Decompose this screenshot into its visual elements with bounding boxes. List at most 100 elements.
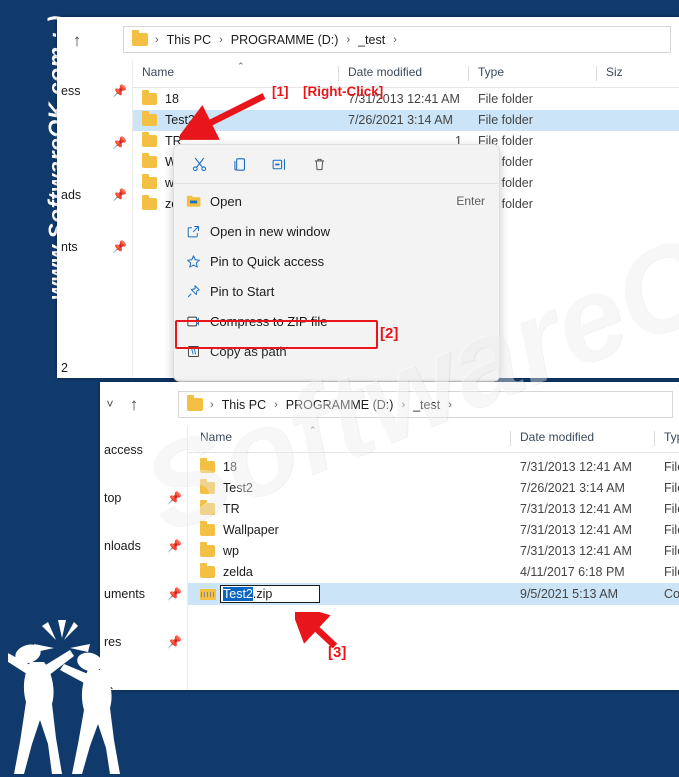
star-icon bbox=[186, 254, 210, 269]
file-type-cell: File folder bbox=[664, 481, 679, 495]
sidebar-item-pictures-2[interactable]: res 📌 bbox=[100, 630, 187, 654]
copy-path-icon bbox=[186, 344, 210, 359]
pin-icon[interactable]: 📌 bbox=[112, 241, 127, 253]
table-row[interactable]: Test2 7/26/2021 3:14 AM File folder bbox=[133, 110, 679, 131]
sidebar-item-documents-1[interactable]: nts 📌 bbox=[57, 235, 132, 259]
sidebar-item-desktop-1[interactable]: 📌 bbox=[57, 131, 132, 155]
pin-icon[interactable]: 📌 bbox=[112, 85, 127, 97]
column-divider[interactable] bbox=[654, 431, 655, 446]
column-divider[interactable] bbox=[338, 66, 339, 81]
file-name-label: wp bbox=[223, 544, 239, 558]
pin-icon[interactable]: 📌 bbox=[112, 137, 127, 149]
copy-icon[interactable] bbox=[220, 149, 258, 179]
navigation-pane-1: ess 📌 📌 ads 📌 nts 📌 2 bbox=[57, 61, 133, 378]
sidebar-item-pictures-1[interactable] bbox=[57, 287, 132, 311]
chevron-down-icon-2[interactable]: ˅ bbox=[102, 395, 118, 413]
sidebar-item-documents-2[interactable]: uments 📌 bbox=[100, 582, 187, 606]
column-header-type-1[interactable]: Type bbox=[478, 65, 504, 79]
column-header-size-1[interactable]: Siz bbox=[606, 65, 623, 79]
context-menu-item-pin-to-start[interactable]: Pin to Start bbox=[174, 276, 499, 306]
file-name-cell[interactable]: Test2 bbox=[200, 479, 253, 495]
file-type-cell: File folder bbox=[478, 92, 533, 106]
sidebar-item-quick-access-2[interactable]: access bbox=[100, 438, 187, 462]
table-row-renaming[interactable]: Test2.zip 9/5/2021 5:13 AM Compressed bbox=[188, 583, 679, 605]
table-row[interactable]: Test2 7/26/2021 3:14 AM File folder bbox=[188, 478, 679, 499]
file-type-cell: File folder bbox=[664, 523, 679, 537]
breadcrumb-item-this-pc-2[interactable]: This PC bbox=[219, 398, 269, 412]
cut-icon[interactable] bbox=[180, 149, 218, 179]
file-name-cell[interactable]: 18 bbox=[142, 90, 179, 106]
rename-selected-text: Test2 bbox=[223, 587, 253, 601]
breadcrumb-item-programme-1[interactable]: PROGRAMME (D:) bbox=[228, 33, 342, 47]
file-name-cell[interactable] bbox=[200, 587, 216, 600]
file-date-cell: 4/11/2017 6:18 PM bbox=[520, 565, 625, 579]
breadcrumb-item-this-pc-1[interactable]: This PC bbox=[164, 33, 214, 47]
context-menu-item-open[interactable]: Open Enter bbox=[174, 186, 499, 216]
sidebar-item-downloads-2[interactable]: nloads 📌 bbox=[100, 534, 187, 558]
column-header-type-2[interactable]: Type bbox=[664, 430, 679, 444]
breadcrumb-item-test-2[interactable]: _test bbox=[410, 398, 443, 412]
sidebar-item-extra-1[interactable]: 2 bbox=[57, 356, 132, 378]
breadcrumb-item-test-1[interactable]: _test bbox=[355, 33, 388, 47]
file-name-label: Test2 bbox=[165, 113, 195, 127]
sidebar-item-label: nloads bbox=[104, 539, 141, 553]
context-menu-toolbar bbox=[174, 145, 499, 183]
context-menu[interactable]: Open Enter Open in new window Pin to Qui… bbox=[173, 144, 500, 382]
pin-icon[interactable]: 📌 bbox=[112, 189, 127, 201]
address-bar-2: ˅ ↑ › This PC › PROGRAMME (D:) › _test › bbox=[100, 382, 679, 426]
rename-input[interactable]: Test2 .zip bbox=[220, 585, 320, 603]
table-row[interactable]: 18 7/31/2013 12:41 AM File folder bbox=[188, 457, 679, 478]
file-date-cell: 9/5/2021 5:13 AM bbox=[520, 587, 618, 601]
sort-caret-icon-1: ⌃ bbox=[237, 61, 245, 71]
up-arrow-icon-2[interactable]: ↑ bbox=[124, 394, 144, 414]
column-divider[interactable] bbox=[510, 431, 511, 446]
context-menu-item-label: Pin to Start bbox=[210, 283, 275, 299]
delete-icon[interactable] bbox=[300, 149, 338, 179]
sidebar-item-desktop-2[interactable]: top 📌 bbox=[100, 486, 187, 510]
pin-icon[interactable]: 📌 bbox=[167, 492, 182, 504]
sidebar-item-quick-access-1[interactable]: ess 📌 bbox=[57, 79, 132, 103]
table-row[interactable]: 18 7/31/2013 12:41 AM File folder bbox=[133, 89, 679, 110]
context-menu-item-pin-to-quick-access[interactable]: Pin to Quick access bbox=[174, 246, 499, 276]
table-row[interactable]: wp 7/31/2013 12:41 AM File folder bbox=[188, 541, 679, 562]
file-name-cell[interactable]: Wallpaper bbox=[200, 521, 279, 537]
breadcrumb-2[interactable]: › This PC › PROGRAMME (D:) › _test › bbox=[178, 391, 673, 418]
file-name-cell[interactable]: TR bbox=[200, 500, 240, 516]
breadcrumb-sep: › bbox=[274, 398, 278, 411]
context-menu-item-compress-to-zip-file[interactable]: Compress to ZIP file bbox=[174, 306, 499, 336]
table-row[interactable]: TR 7/31/2013 12:41 AM File folder bbox=[188, 499, 679, 520]
folder-icon-breadcrumb-2 bbox=[187, 395, 203, 411]
pin-icon[interactable]: 📌 bbox=[167, 540, 182, 552]
file-name-label: Test2 bbox=[223, 481, 253, 495]
file-type-cell: Compressed bbox=[664, 587, 679, 601]
column-divider[interactable] bbox=[468, 66, 469, 81]
sidebar-item-label: access bbox=[104, 443, 143, 457]
pin-icon[interactable]: 📌 bbox=[167, 588, 182, 600]
context-menu-item-label: Pin to Quick access bbox=[210, 253, 325, 269]
table-row[interactable]: zelda 4/11/2017 6:18 PM File folder bbox=[188, 562, 679, 583]
folder-icon bbox=[200, 542, 215, 557]
file-name-cell[interactable]: 18 bbox=[200, 458, 237, 474]
context-menu-item-open-in-new-window[interactable]: Open in new window bbox=[174, 216, 499, 246]
column-divider[interactable] bbox=[596, 66, 597, 81]
breadcrumb-item-programme-2[interactable]: PROGRAMME (D:) bbox=[283, 398, 397, 412]
context-menu-item-copy-as-path[interactable]: Copy as path bbox=[174, 336, 499, 366]
table-row[interactable]: Wallpaper 7/31/2013 12:41 AM File folder bbox=[188, 520, 679, 541]
file-name-cell[interactable]: Test2 bbox=[142, 111, 195, 127]
column-header-date-2[interactable]: Date modified bbox=[520, 430, 594, 444]
annotation-1-label: [1] bbox=[272, 84, 289, 99]
sidebar-item-music-2[interactable]: ic bbox=[100, 678, 187, 690]
sidebar-item-label: ic bbox=[104, 683, 114, 690]
annotation-3-label: [3] bbox=[328, 644, 347, 661]
column-header-name-2[interactable]: Name bbox=[200, 430, 232, 444]
column-header-name-1[interactable]: Name bbox=[142, 65, 174, 79]
annotation-1-note: [Right-Click] bbox=[303, 84, 384, 99]
breadcrumb-1[interactable]: › This PC › PROGRAMME (D:) › _test › bbox=[123, 26, 671, 53]
rename-icon[interactable] bbox=[260, 149, 298, 179]
file-name-cell[interactable]: zelda bbox=[200, 563, 253, 579]
pin-icon[interactable]: 📌 bbox=[167, 636, 182, 648]
column-header-date-1[interactable]: Date modified bbox=[348, 65, 422, 79]
file-name-cell[interactable]: wp bbox=[200, 542, 239, 558]
up-arrow-icon-1[interactable]: ↑ bbox=[67, 30, 87, 50]
sidebar-item-downloads-1[interactable]: ads 📌 bbox=[57, 183, 132, 207]
